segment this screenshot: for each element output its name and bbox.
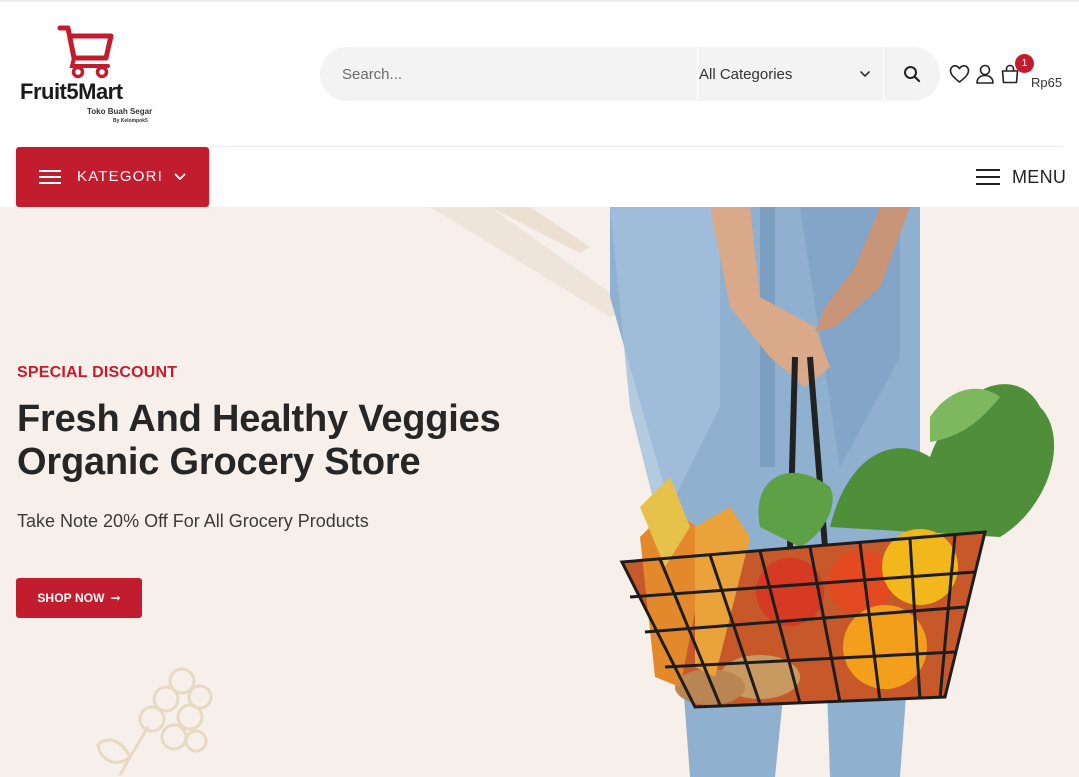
hero-title-line1: Fresh And Healthy Veggies	[17, 398, 501, 440]
category-select-value: All Categories	[699, 65, 793, 83]
category-select[interactable]: All Categories	[697, 47, 882, 101]
search-input[interactable]	[342, 47, 682, 101]
hero-title-line2: Organic Grocery Store	[17, 441, 421, 483]
search-button[interactable]	[883, 47, 940, 101]
search-icon	[904, 66, 921, 83]
cart-count-badge: 1	[1015, 54, 1034, 73]
cart-logo-icon	[57, 25, 114, 79]
chevron-down-icon	[860, 71, 870, 77]
chevron-down-icon	[174, 173, 186, 180]
site-logo[interactable]: Fruit5Mart Toko Buah Segar By Kelompok5	[20, 24, 170, 128]
hamburger-icon	[976, 169, 1000, 185]
hamburger-icon	[39, 170, 61, 184]
kategori-label: KATEGORI	[77, 168, 163, 185]
hero-banner: SPECIAL DISCOUNT Fresh And Healthy Veggi…	[0, 207, 1079, 777]
arrow-right-icon: ➞	[110, 591, 121, 605]
kategori-button[interactable]: KATEGORI	[16, 147, 209, 207]
menu-label: MENU	[1012, 166, 1067, 187]
hero-subtitle: Take Note 20% Off For All Grocery Produc…	[17, 511, 369, 531]
cart-total: Rp65	[1031, 75, 1063, 90]
menu-button[interactable]: MENU	[976, 163, 1066, 191]
shop-now-button[interactable]: SHOP NOW ➞	[16, 578, 142, 618]
shop-now-label: SHOP NOW	[37, 591, 105, 605]
logo-tagline: Toko Buah Segar	[87, 107, 153, 116]
logo-byline: By Kelompok5	[113, 118, 148, 124]
logo-brand-text: Fruit5Mart	[20, 79, 123, 104]
hero-title: Fresh And Healthy Veggies Organic Grocer…	[17, 398, 577, 484]
top-border	[0, 0, 1079, 2]
hero-image	[610, 207, 1055, 777]
header-divider	[210, 146, 1063, 147]
grapes-outline-icon	[96, 667, 213, 776]
search-bar: All Categories	[320, 47, 940, 101]
user-icon[interactable]	[975, 64, 995, 84]
hero-eyebrow: SPECIAL DISCOUNT	[17, 364, 178, 381]
heart-icon[interactable]	[949, 64, 970, 84]
